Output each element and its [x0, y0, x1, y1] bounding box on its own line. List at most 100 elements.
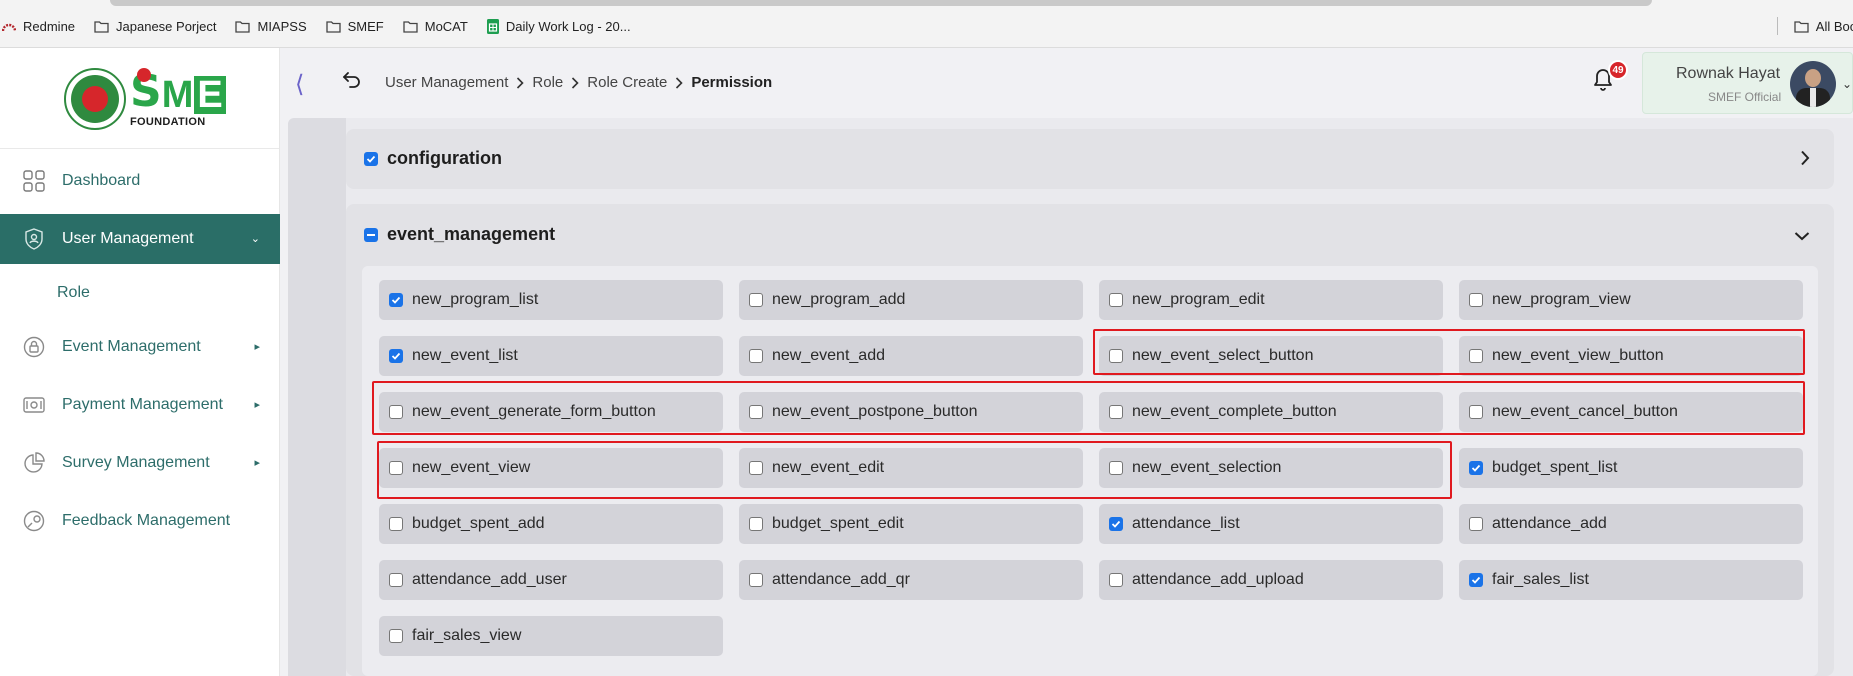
group-header-configuration[interactable]: configuration	[364, 148, 502, 169]
permission-checkbox[interactable]	[389, 629, 403, 643]
permission-item[interactable]: budget_spent_add	[379, 504, 723, 544]
permission-item[interactable]: new_event_view	[379, 448, 723, 488]
group-checkbox-configuration[interactable]	[364, 151, 378, 166]
lock-icon	[22, 335, 46, 359]
sidebar-subitem-role[interactable]: Role	[0, 272, 280, 314]
bookmark-japanese-porject[interactable]: Japanese Porject	[94, 19, 216, 34]
user-name: Rownak Hayat	[1676, 65, 1781, 82]
permission-checkbox[interactable]	[389, 349, 403, 363]
permission-item[interactable]: new_event_cancel_button	[1459, 392, 1803, 432]
permission-item[interactable]: new_program_edit	[1099, 280, 1443, 320]
permission-item[interactable]: fair_sales_view	[379, 616, 723, 656]
permission-checkbox[interactable]	[1109, 349, 1123, 363]
sidebar-item-label: User Management	[62, 230, 194, 247]
bookmark-mocat[interactable]: MoCAT	[403, 19, 468, 34]
permission-checkbox[interactable]	[389, 405, 403, 419]
permission-item[interactable]: fair_sales_list	[1459, 560, 1803, 600]
permission-checkbox[interactable]	[389, 573, 403, 587]
permission-checkbox[interactable]	[1469, 461, 1483, 475]
folder-icon	[235, 20, 251, 33]
permission-item[interactable]: new_program_view	[1459, 280, 1803, 320]
permission-checkbox[interactable]	[749, 573, 763, 587]
chevron-right-icon[interactable]	[1800, 150, 1810, 171]
sidebar-item-event-management[interactable]: Event Management ▸	[0, 322, 280, 372]
bookmark-miapss[interactable]: MIAPSS	[235, 19, 307, 34]
permission-item[interactable]: new_program_add	[739, 280, 1083, 320]
permission-checkbox[interactable]	[1109, 517, 1123, 531]
permission-item[interactable]: attendance_list	[1099, 504, 1443, 544]
permission-checkbox[interactable]	[389, 293, 403, 307]
back-arrow-icon[interactable]	[343, 72, 361, 93]
permission-label: attendance_list	[1132, 515, 1240, 532]
permission-label: new_event_list	[412, 347, 518, 364]
permission-checkbox[interactable]	[389, 461, 403, 475]
top-header: ⟨ User Management Role Role Create Permi…	[281, 48, 1853, 118]
permission-label: new_event_view_button	[1492, 347, 1664, 364]
permission-checkbox[interactable]	[1109, 405, 1123, 419]
permission-checkbox[interactable]	[1469, 573, 1483, 587]
user-profile-menu[interactable]: Rownak Hayat SMEF Official ⌄	[1642, 52, 1853, 114]
sidebar-item-label: Role	[57, 284, 90, 301]
folder-icon	[94, 20, 109, 33]
sidebar-item-feedback-management[interactable]: Feedback Management	[0, 496, 280, 546]
bookmark-daily-work-log[interactable]: Daily Work Log - 20...	[486, 18, 631, 34]
permission-checkbox[interactable]	[749, 293, 763, 307]
group-title: event_management	[387, 224, 556, 244]
chevron-right-icon	[571, 76, 579, 89]
permission-item[interactable]: new_event_add	[739, 336, 1083, 376]
permission-item[interactable]: new_event_edit	[739, 448, 1083, 488]
chevron-down-icon[interactable]	[1794, 228, 1810, 246]
sidebar-item-survey-management[interactable]: Survey Management ▸	[0, 438, 280, 488]
permission-checkbox[interactable]	[749, 461, 763, 475]
chevron-right-icon: ▸	[254, 399, 260, 411]
breadcrumb-role-create[interactable]: Role Create	[587, 74, 667, 91]
bookmark-label: Japanese Porject	[116, 18, 217, 34]
bookmark-smef[interactable]: SMEF	[325, 19, 384, 34]
logo-letter: E	[194, 76, 226, 114]
sidebar-item-payment-management[interactable]: Payment Management ▸	[0, 380, 280, 430]
permission-item[interactable]: attendance_add_qr	[739, 560, 1083, 600]
group-checkbox-event-management[interactable]	[364, 227, 378, 242]
chevron-right-icon: ▸	[254, 457, 260, 469]
permission-checkbox[interactable]	[1469, 405, 1483, 419]
permission-item[interactable]: new_event_select_button	[1099, 336, 1443, 376]
permission-checkbox[interactable]	[749, 517, 763, 531]
breadcrumb-user-management[interactable]: User Management	[385, 74, 508, 91]
permission-item[interactable]: attendance_add_upload	[1099, 560, 1443, 600]
permission-checkbox[interactable]	[1109, 461, 1123, 475]
permission-item[interactable]: new_event_postpone_button	[739, 392, 1083, 432]
logo-letter: M	[161, 74, 194, 116]
sheets-icon	[486, 18, 499, 34]
breadcrumb-role[interactable]: Role	[532, 74, 563, 91]
permission-checkbox[interactable]	[389, 517, 403, 531]
notification-count-badge: 49	[1608, 60, 1628, 80]
collapse-sidebar-icon[interactable]: ⟨	[295, 70, 304, 99]
permission-item[interactable]: new_event_complete_button	[1099, 392, 1443, 432]
group-header-event-management[interactable]: event_management	[364, 224, 555, 245]
permission-checkbox[interactable]	[749, 405, 763, 419]
bookmark-redmine[interactable]: Redmine	[2, 19, 75, 34]
permission-checkbox[interactable]	[1109, 573, 1123, 587]
permission-checkbox[interactable]	[1469, 517, 1483, 531]
permission-item[interactable]: new_event_view_button	[1459, 336, 1803, 376]
bookmark-label: Redmine	[23, 18, 76, 34]
sidebar-item-user-management[interactable]: User Management ⌄	[0, 214, 280, 264]
permission-item[interactable]: budget_spent_edit	[739, 504, 1083, 544]
permission-item[interactable]: new_event_selection	[1099, 448, 1443, 488]
permission-label: new_program_list	[412, 291, 539, 308]
permission-item[interactable]: attendance_add	[1459, 504, 1803, 544]
all-bookmarks-button[interactable]: All Boo	[1794, 14, 1853, 38]
permission-checkbox[interactable]	[1469, 293, 1483, 307]
sidebar-nav: Dashboard User Management ⌄ Role Event M…	[0, 150, 280, 554]
permission-item[interactable]: attendance_add_user	[379, 560, 723, 600]
avatar	[1790, 61, 1836, 107]
permission-item[interactable]: budget_spent_list	[1459, 448, 1803, 488]
permission-checkbox[interactable]	[1469, 349, 1483, 363]
permission-item[interactable]: new_event_list	[379, 336, 723, 376]
permission-checkbox[interactable]	[749, 349, 763, 363]
permission-item[interactable]: new_event_generate_form_button	[379, 392, 723, 432]
sme-foundation-logo[interactable]: S M E FOUNDATION	[130, 68, 226, 134]
permission-item[interactable]: new_program_list	[379, 280, 723, 320]
sidebar-item-dashboard[interactable]: Dashboard	[0, 156, 280, 206]
permission-checkbox[interactable]	[1109, 293, 1123, 307]
